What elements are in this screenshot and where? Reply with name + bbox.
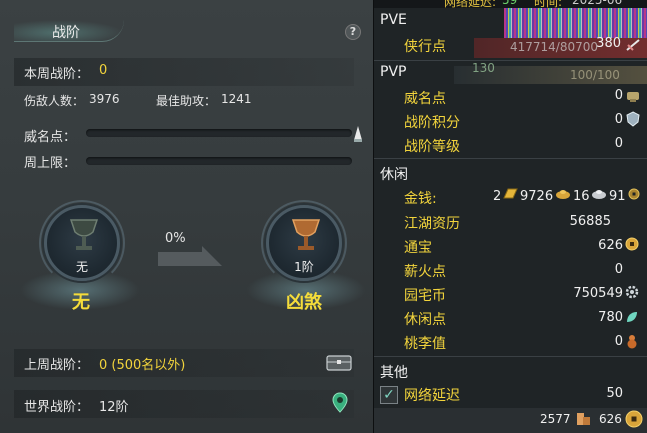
money-silver: 16 bbox=[573, 189, 590, 204]
money-gold: 9726 bbox=[520, 189, 554, 204]
jade-leaf-icon bbox=[627, 312, 637, 322]
net-delay-label: 网络延迟 bbox=[404, 388, 460, 404]
footer-left-value: 2577 bbox=[540, 412, 571, 426]
panel-header: 战阶 ? bbox=[0, 12, 373, 46]
goblet-icon bbox=[291, 219, 321, 250]
current-rank-sub: 无 bbox=[75, 260, 88, 274]
leisure-section-title: 休闲 bbox=[380, 167, 408, 183]
panel-title: 战阶 bbox=[52, 25, 80, 41]
top-strip-right-text: 时间: bbox=[534, 0, 563, 8]
last-week-value: 0 (500名以外) bbox=[99, 358, 186, 373]
top-strip-clock: 2025-06 bbox=[572, 0, 623, 7]
gold-bar-icon bbox=[503, 188, 518, 199]
money-copper: 91 bbox=[609, 189, 626, 204]
xinhuo-points-value: 0 bbox=[614, 262, 623, 277]
help-button[interactable]: ? bbox=[345, 24, 361, 40]
weekly-rank-label: 本周战阶： bbox=[24, 67, 90, 82]
tongbao-coin-icon bbox=[625, 237, 639, 251]
pve-item-value: 380 bbox=[596, 36, 621, 51]
top-strip-mid-text: 59 bbox=[502, 0, 518, 7]
section-divider bbox=[374, 60, 647, 61]
battle-score-value: 0 bbox=[614, 112, 623, 127]
chest-icon[interactable] bbox=[326, 353, 352, 371]
best-assist-value: 1241 bbox=[221, 92, 252, 106]
weekly-limit-bar bbox=[86, 157, 352, 165]
world-rank-value: 12阶 bbox=[99, 400, 129, 415]
battle-score-item: 战阶积分 bbox=[404, 115, 460, 131]
taoli-value-item: 桃李值 bbox=[404, 336, 446, 352]
hud-health-text: 417714/80700 bbox=[510, 40, 599, 54]
scroll-merchant-icon bbox=[577, 413, 590, 425]
battle-level-item: 战阶等级 bbox=[404, 139, 460, 155]
copper-coin-icon bbox=[628, 188, 640, 200]
world-rank-label: 世界战阶： bbox=[24, 400, 90, 415]
injured-count-value: 3976 bbox=[89, 92, 120, 106]
sword-icon bbox=[626, 39, 640, 51]
top-status-strip: 网络延迟: 59 时间: 2025-06 bbox=[374, 0, 647, 8]
homestead-coin-value: 750549 bbox=[573, 286, 623, 301]
last-week-label: 上周战阶： bbox=[24, 358, 90, 373]
battle-level-value: 0 bbox=[614, 136, 623, 151]
homestead-coin-item: 园宅币 bbox=[404, 288, 446, 304]
taoli-value: 0 bbox=[614, 334, 623, 349]
xinhuo-points-item: 薪火点 bbox=[404, 264, 446, 280]
location-pin-icon[interactable] bbox=[332, 392, 348, 414]
pve-item-label: 侠行点 bbox=[404, 39, 446, 55]
tongbao-item: 通宝 bbox=[404, 240, 432, 256]
silver-ingot-icon bbox=[592, 190, 606, 199]
weekly-rank-value: 0 bbox=[99, 63, 108, 78]
gourd-icon bbox=[627, 335, 637, 349]
section-divider bbox=[374, 158, 647, 159]
battle-rank-panel: 战阶 ? 本周战阶： 0 伤敌人数： 3976 最佳助攻： 1241 威名点： … bbox=[0, 0, 373, 433]
top-strip-left-text: 网络延迟: bbox=[444, 0, 497, 8]
crest-icon bbox=[626, 111, 640, 127]
gold-ingot-icon bbox=[556, 190, 570, 199]
next-rank-name: 凶煞 bbox=[286, 292, 322, 313]
goblet-icon bbox=[69, 219, 99, 250]
pve-section-title: PVE bbox=[380, 12, 407, 28]
pvp-section-title: PVP bbox=[380, 64, 407, 80]
next-rank-sub: 1阶 bbox=[294, 260, 314, 274]
homestead-gear-icon bbox=[625, 285, 639, 299]
arrow-right-icon bbox=[158, 246, 222, 266]
other-section-title: 其他 bbox=[380, 365, 408, 381]
weekly-limit-label: 周上限： bbox=[24, 156, 77, 171]
jianghu-seniority-item: 江湖资历 bbox=[404, 216, 460, 232]
money-gold-bars: 2 bbox=[493, 189, 502, 204]
net-delay-checkbox[interactable]: ✓ bbox=[380, 386, 398, 404]
net-delay-value: 50 bbox=[606, 386, 623, 401]
bronze-vessel-icon bbox=[627, 92, 639, 102]
fame-progress-bar bbox=[86, 129, 352, 137]
current-rank-name: 无 bbox=[72, 292, 90, 313]
fame-points-label: 威名点： bbox=[24, 130, 77, 145]
leisure-points-value: 780 bbox=[598, 310, 623, 325]
rank-progress-percent: 0% bbox=[165, 231, 186, 246]
fame-points-value: 0 bbox=[614, 88, 623, 103]
money-label: 金钱: bbox=[404, 191, 437, 207]
fame-points-item: 威名点 bbox=[404, 91, 446, 107]
leisure-points-item: 休闲点 bbox=[404, 312, 446, 328]
best-assist-label: 最佳助攻： bbox=[156, 94, 217, 108]
injured-count-label: 伤敌人数： bbox=[24, 94, 85, 108]
footer-coin-icon bbox=[625, 410, 643, 428]
tongbao-value: 626 bbox=[598, 238, 623, 253]
section-divider bbox=[374, 356, 647, 357]
jianghu-seniority-value: 56885 bbox=[569, 214, 611, 229]
footer-right-value: 626 bbox=[599, 412, 622, 426]
next-rank-medal: 1阶 bbox=[261, 200, 347, 286]
currency-tooltip-panel: 网络延迟: 59 时间: 2025-06 417714/80700 130 10… bbox=[373, 0, 647, 433]
current-rank-medal: 无 bbox=[39, 200, 125, 286]
progress-marker-icon bbox=[354, 126, 362, 142]
